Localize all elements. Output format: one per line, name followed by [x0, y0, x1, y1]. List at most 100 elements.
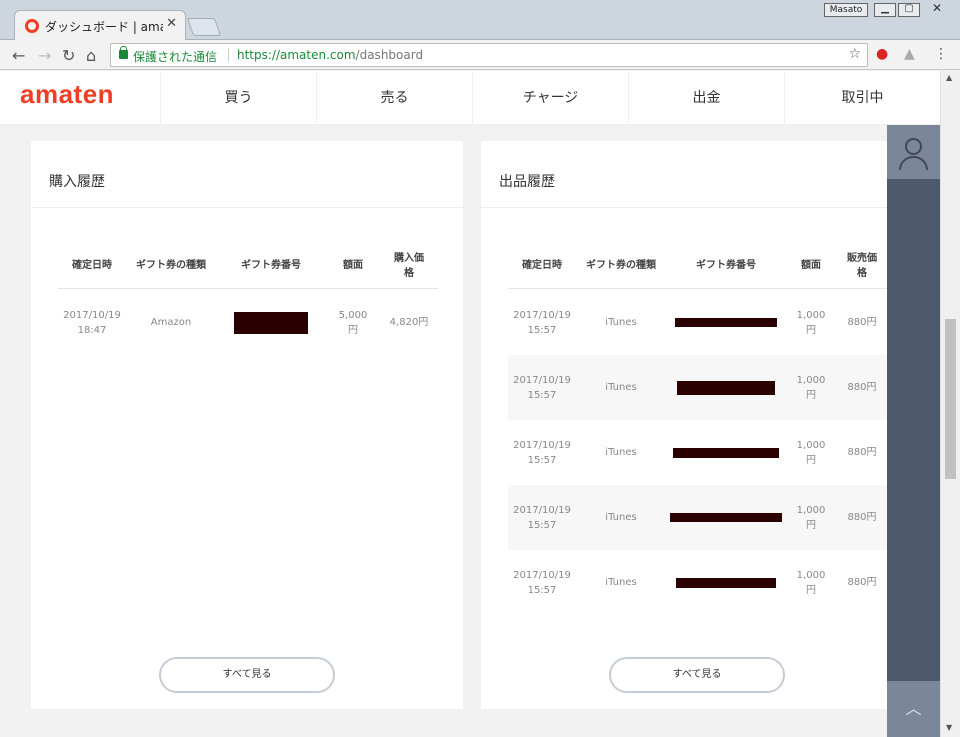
minimize-icon[interactable]: ▁: [874, 3, 896, 17]
redacted-code: [677, 380, 775, 395]
maximize-icon[interactable]: ▢: [898, 3, 920, 17]
scroll-thumb[interactable]: [945, 319, 956, 479]
nav-item-buy[interactable]: 買う: [160, 71, 316, 125]
column-header: 販売価格: [847, 252, 877, 279]
price-cell: 880円: [847, 317, 877, 328]
see-all-button[interactable]: すべて見る: [609, 657, 785, 693]
home-icon[interactable]: ⌂: [86, 46, 96, 65]
face-unit: 円: [806, 454, 816, 466]
user-icon-body: [899, 156, 928, 170]
date-text: 2017/10/19: [513, 309, 571, 321]
code-cell: [666, 318, 786, 327]
redacted-code: [676, 577, 776, 588]
back-arrow-icon[interactable]: ←: [12, 46, 25, 65]
url-host: https://amaten.com: [237, 48, 356, 62]
face-cell: 1,000 円: [786, 568, 836, 598]
extension-icon[interactable]: ●: [876, 46, 888, 62]
tab-close-icon[interactable]: ✕: [166, 16, 177, 31]
main-nav: 買う 売る チャージ 出金 取引中: [160, 71, 940, 125]
new-tab-button[interactable]: [186, 18, 222, 36]
redacted-code: [675, 318, 777, 327]
face-value: 1,000: [796, 439, 826, 451]
column-header: ギフト券番号: [696, 260, 756, 271]
table-header: 確定日時 ギフト券の種類 ギフト券番号 額面 販売価格: [508, 243, 888, 289]
menu-icon[interactable]: ⋮: [934, 46, 948, 62]
purchase-history-card: 購入履歴 確定日時 ギフト券の種類 ギフト券番号 額面 購入価格 2017/10…: [31, 141, 463, 709]
type-cell: iTunes: [605, 447, 637, 458]
card-title: 出品履歴: [499, 174, 555, 190]
face-unit: 円: [806, 519, 816, 531]
time-text: 15:57: [527, 519, 557, 531]
column-header: ギフト券の種類: [586, 260, 656, 271]
amaten-favicon-icon: [25, 19, 39, 33]
nav-item-withdraw[interactable]: 出金: [628, 71, 784, 125]
right-sidebar: ︿: [887, 125, 940, 737]
scroll-up-arrow-icon[interactable]: ▲: [946, 73, 952, 82]
column-header: 購入価格: [394, 252, 424, 279]
face-value: 1,000: [796, 309, 826, 321]
card-title: 購入履歴: [49, 174, 105, 190]
star-icon[interactable]: ☆: [848, 46, 861, 62]
redacted-code: [670, 513, 782, 522]
sales-history-card: 出品履歴 確定日時 ギフト券の種類 ギフト券番号 額面 販売価格 2017/10…: [481, 141, 901, 709]
scroll-top-button[interactable]: ︿: [887, 681, 940, 737]
url-text: https://amaten.com/dashboard: [237, 48, 423, 62]
date-cell: 2017/10/19 15:57: [508, 568, 576, 598]
page-scrollbar[interactable]: ▲ ▼: [940, 71, 960, 737]
code-cell: [666, 447, 786, 458]
face-unit: 円: [806, 389, 816, 401]
forward-arrow-icon[interactable]: →: [38, 46, 51, 65]
see-all-button[interactable]: すべて見る: [159, 657, 335, 693]
face-unit: 円: [806, 584, 816, 596]
card-divider: [31, 207, 463, 208]
profile-badge[interactable]: Masato: [824, 3, 868, 17]
date-text: 2017/10/19: [63, 309, 121, 321]
face-cell: 5,000 円: [326, 308, 380, 338]
nav-item-in-progress[interactable]: 取引中: [784, 71, 940, 125]
user-menu-button[interactable]: [887, 125, 940, 179]
nav-item-sell[interactable]: 売る: [316, 71, 472, 125]
browser-toolbar: ← → ↻ ⌂ 保護された通信 https://amaten.com/dashb…: [0, 40, 960, 70]
address-separator: [228, 48, 229, 62]
type-cell: iTunes: [605, 382, 637, 393]
date-cell: 2017/10/19 15:57: [508, 373, 576, 403]
table-row: 2017/10/19 15:57 iTunes 1,000 円 880円: [508, 355, 888, 420]
drive-icon[interactable]: ▲: [904, 46, 915, 62]
face-value: 1,000: [796, 504, 826, 516]
date-cell: 2017/10/19 15:57: [508, 308, 576, 338]
date-cell: 2017/10/19 15:57: [508, 438, 576, 468]
browser-tab[interactable]: ダッシュボード | amaten ✕: [14, 10, 186, 40]
table-row: 2017/10/19 15:57 iTunes 1,000 円 880円: [508, 550, 888, 615]
user-icon: [905, 138, 922, 155]
column-header: 確定日時: [522, 260, 562, 271]
face-value: 1,000: [796, 569, 826, 581]
scroll-down-arrow-icon[interactable]: ▼: [946, 723, 952, 732]
table-row: 2017/10/19 15:57 iTunes 1,000 円 880円: [508, 290, 888, 355]
url-path: /dashboard: [355, 48, 424, 62]
site-logo[interactable]: amaten: [20, 79, 114, 110]
nav-item-charge[interactable]: チャージ: [472, 71, 628, 125]
date-text: 2017/10/19: [513, 439, 571, 451]
chevron-up-icon: ︿: [905, 699, 922, 718]
price-cell: 880円: [847, 577, 877, 588]
site-header: amaten 買う 売る チャージ 出金 取引中: [0, 71, 940, 125]
type-cell: Amazon: [150, 317, 192, 328]
redacted-code: [234, 311, 308, 334]
reload-icon[interactable]: ↻: [62, 46, 75, 65]
date-text: 2017/10/19: [513, 374, 571, 386]
time-text: 18:47: [77, 324, 107, 336]
face-unit: 円: [806, 324, 816, 336]
price-cell: 4,820円: [389, 317, 429, 328]
window-close-icon[interactable]: ✕: [922, 2, 952, 17]
secure-label: 保護された通信: [133, 50, 218, 64]
face-cell: 1,000 円: [786, 373, 836, 403]
type-cell: iTunes: [605, 512, 637, 523]
address-bar[interactable]: 保護された通信 https://amaten.com/dashboard ☆: [110, 43, 868, 67]
code-cell: [216, 311, 326, 334]
date-cell: 2017/10/19 15:57: [508, 503, 576, 533]
table-row: 2017/10/19 18:47 Amazon 5,000 円 4,820円: [58, 290, 438, 355]
time-text: 15:57: [527, 584, 557, 596]
code-cell: [666, 513, 786, 522]
code-cell: [666, 380, 786, 395]
time-text: 15:57: [527, 389, 557, 401]
